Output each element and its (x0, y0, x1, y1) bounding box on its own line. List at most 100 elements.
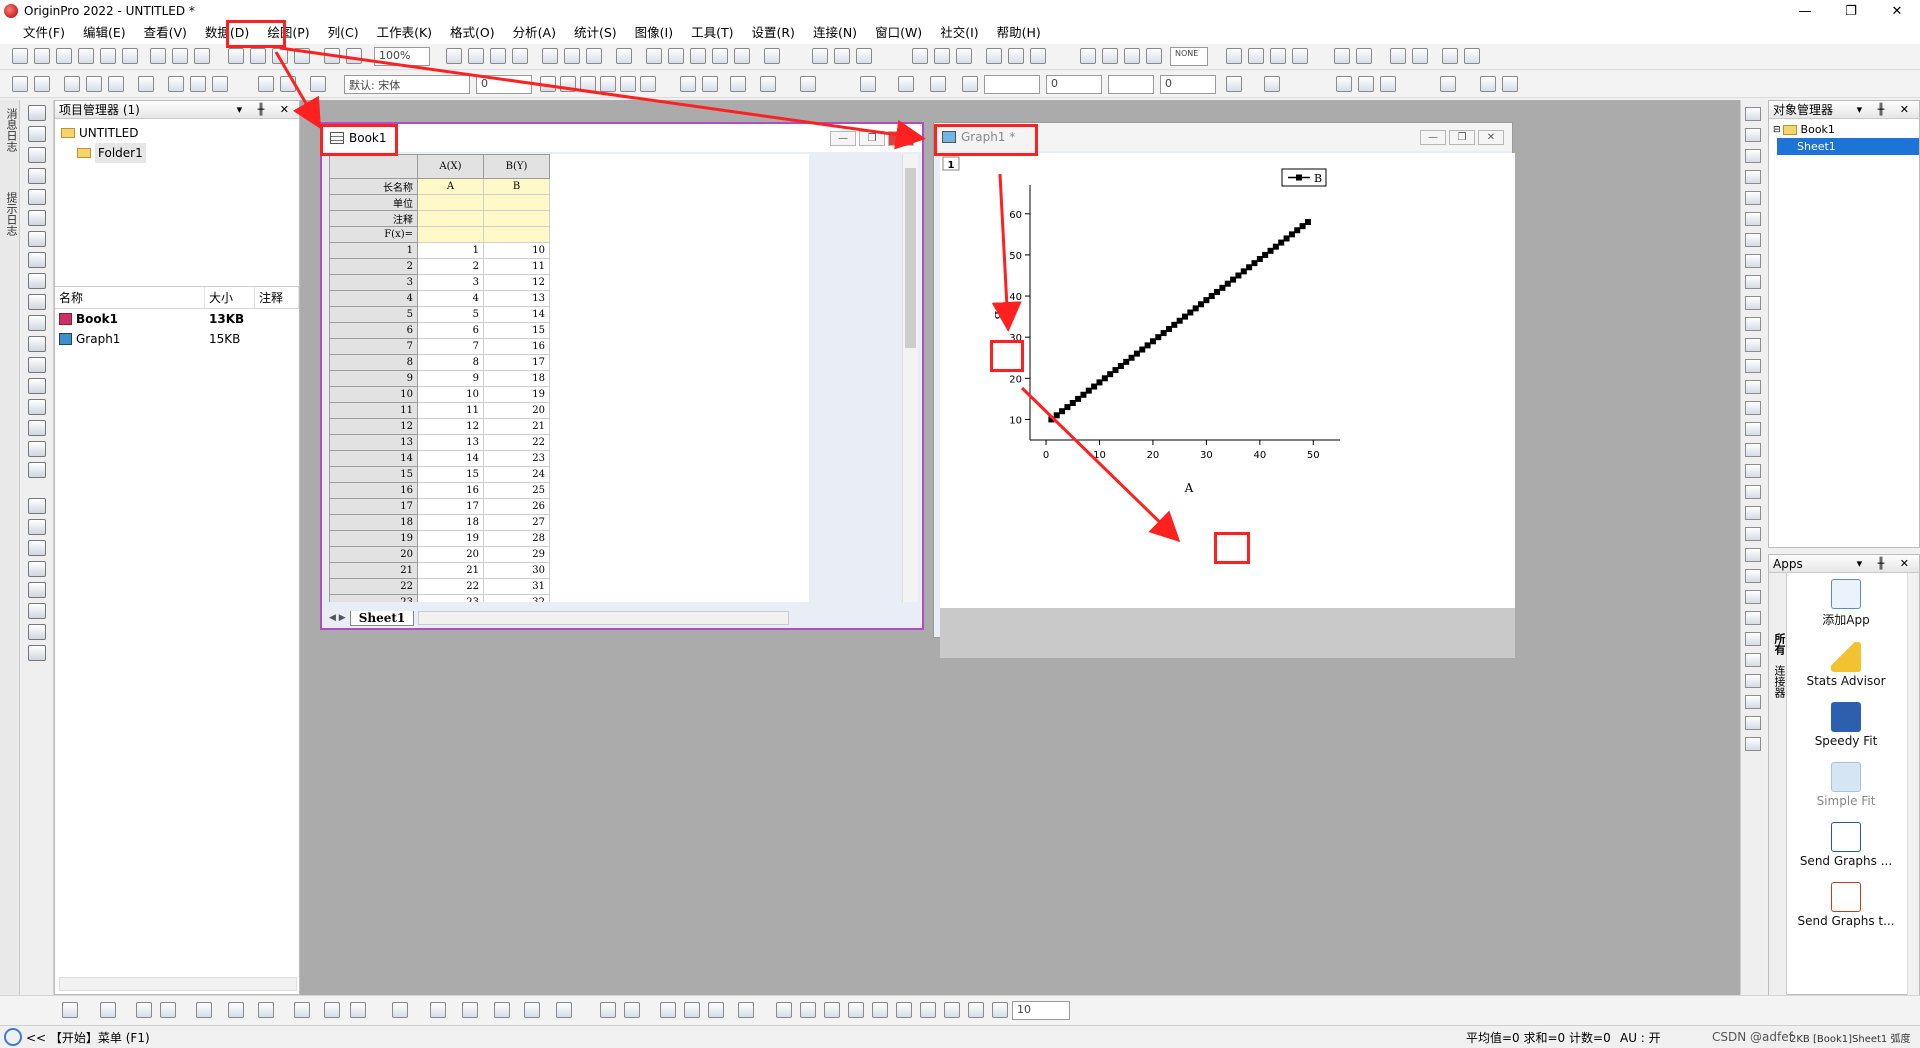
xy-link-icon[interactable] (1745, 569, 1761, 583)
extract-layers-icon[interactable] (1745, 527, 1761, 541)
rescale-icon[interactable] (1745, 275, 1761, 289)
object-tree: ⊟ Book1 Sheet1 (1769, 119, 1919, 155)
distribute-h-icon[interactable] (944, 1002, 960, 1018)
tab-connectors[interactable]: 连接器 (1771, 665, 1787, 698)
app-add-app[interactable]: 添加App (1791, 579, 1901, 628)
panel-controls[interactable]: ▾ ╫ ✕ (1857, 101, 1915, 119)
layer-fill-icon[interactable] (1745, 422, 1761, 436)
image-plot-icon[interactable] (556, 1002, 572, 1018)
rotate-page-icon[interactable] (1745, 695, 1761, 709)
move-layer-icon[interactable] (1745, 632, 1761, 646)
speedy-fit-icon (1831, 702, 1861, 732)
line-plot-icon[interactable] (62, 1002, 78, 1018)
apps-scrollbar[interactable] (1907, 573, 1919, 995)
ungroup-icon[interactable] (1745, 254, 1761, 268)
corner-icon[interactable] (1745, 485, 1761, 499)
arrow-to-graph1 (279, 46, 926, 150)
panel-icon[interactable] (1745, 590, 1761, 604)
area-chart-icon[interactable] (228, 1002, 244, 1018)
object-manager-title: 对象管理器 (1773, 103, 1834, 117)
fit-page-icon[interactable] (1745, 674, 1761, 688)
scatter-plot-icon[interactable] (100, 1002, 116, 1018)
stock-chart-icon[interactable] (324, 1002, 340, 1018)
start-menu-hint[interactable]: << 【开始】菜单 (F1) (26, 1029, 150, 1046)
back-icon[interactable] (1745, 212, 1761, 226)
group-icon[interactable] (1745, 233, 1761, 247)
align-bottom-icon[interactable] (800, 1002, 816, 1018)
distribute-icon[interactable] (1745, 128, 1761, 142)
word-icon (1831, 822, 1861, 852)
app-stats-advisor[interactable]: Stats Advisor (1791, 642, 1901, 688)
app-label: Send Graphs t... (1797, 914, 1895, 928)
panel-controls[interactable]: ▾ ╫ ✕ (1857, 555, 1915, 573)
nine-panel-icon[interactable] (684, 1002, 700, 1018)
annotation-arrows (274, 46, 1181, 543)
collapse-icon[interactable]: ⊟ (1773, 120, 1781, 140)
contour-color-icon[interactable] (524, 1002, 540, 1018)
stack-panel-icon[interactable] (708, 1002, 724, 1018)
3d-bar-icon[interactable] (430, 1002, 446, 1018)
same-width-icon[interactable] (1745, 149, 1761, 163)
vertical-layer-icon[interactable] (600, 1002, 616, 1018)
arrange-layers-icon[interactable] (1745, 548, 1761, 562)
app-label: Stats Advisor (1806, 674, 1886, 688)
3d-surface-icon[interactable] (392, 1002, 408, 1018)
add-app-icon (1831, 579, 1861, 609)
stack-icon[interactable] (1745, 317, 1761, 331)
align-icon[interactable] (1745, 107, 1761, 121)
same-height-icon[interactable] (1745, 170, 1761, 184)
align-right-icon[interactable] (848, 1002, 864, 1018)
distribute-v-icon[interactable] (968, 1002, 984, 1018)
layer-size-icon[interactable] (1745, 443, 1761, 457)
column-chart-icon[interactable] (160, 1002, 176, 1018)
four-panel-icon[interactable] (660, 1002, 676, 1018)
line-symbol-plot-icon[interactable] (136, 1002, 152, 1018)
contour-icon[interactable] (294, 1002, 310, 1018)
swap-axis-icon[interactable] (1745, 296, 1761, 310)
tab-all[interactable]: 所有 (1771, 633, 1787, 655)
crop-icon[interactable] (1745, 737, 1761, 751)
copy-layer-icon[interactable] (1745, 653, 1761, 667)
horizontal-layer-icon[interactable] (624, 1002, 640, 1018)
resize-icon[interactable] (1745, 716, 1761, 730)
app-label: Speedy Fit (1814, 734, 1878, 748)
status-extra: 2KB [Book1]Sheet1 弧度 (1790, 1033, 1911, 1045)
zoom-panel-icon[interactable] (1745, 611, 1761, 625)
3d-scatter-icon[interactable] (462, 1002, 478, 1018)
align-left-2-icon[interactable] (824, 1002, 840, 1018)
status-watermark: CSDN @adfef (1712, 1030, 1793, 1044)
search-icon[interactable] (4, 1028, 22, 1046)
status-bar: << 【开始】菜单 (F1) 平均值=0 求和=0 计数=0 AU : 开 CS… (0, 1025, 1920, 1048)
apps-list: 添加App Stats Advisor Speedy Fit Simple Fi… (1791, 579, 1901, 942)
align-center-icon[interactable] (872, 1002, 888, 1018)
heatmap-icon[interactable] (494, 1002, 510, 1018)
overlay-icon[interactable] (1745, 338, 1761, 352)
app-send-graphs-word[interactable]: Send Graphs ... (1791, 822, 1901, 868)
polar-chart-icon[interactable] (258, 1002, 274, 1018)
page-icon[interactable] (1745, 380, 1761, 394)
object-item-sheet1[interactable]: Sheet1 (1777, 138, 1919, 155)
right-tools-strip (1740, 100, 1764, 995)
apps-panel: Apps ▾ ╫ ✕ 所有 连接器 添加App Stats Advisor Sp… (1768, 554, 1920, 995)
app-send-graphs-ppt[interactable]: Send Graphs t... (1791, 882, 1901, 928)
legend-refresh-icon[interactable] (1745, 359, 1761, 373)
app-simple-fit[interactable]: Simple Fit (1791, 762, 1901, 808)
merge-layers-icon[interactable] (1745, 506, 1761, 520)
layer-frame-icon[interactable] (1745, 401, 1761, 415)
stats-chart-icon[interactable] (196, 1002, 212, 1018)
bottom-size-select[interactable]: 10 (1012, 1001, 1070, 1020)
object-manager-header: 对象管理器 ▾ ╫ ✕ (1769, 101, 1919, 119)
front-icon[interactable] (1745, 191, 1761, 205)
object-item-book1[interactable]: ⊟ Book1 (1773, 121, 1919, 138)
app-speedy-fit[interactable]: Speedy Fit (1791, 702, 1901, 748)
same-size-icon[interactable] (920, 1002, 936, 1018)
layer-link-icon[interactable] (1745, 464, 1761, 478)
object-front-icon[interactable] (992, 1002, 1008, 1018)
multi-layer-icon[interactable] (738, 1002, 754, 1018)
template-library-icon[interactable] (350, 1002, 366, 1018)
status-au[interactable]: AU : 开 (1620, 1029, 1661, 1046)
align-middle-icon[interactable] (896, 1002, 912, 1018)
2d-graphs-toolbar: 10 (0, 995, 1920, 1025)
ppt-icon (1831, 882, 1861, 912)
align-top-icon[interactable] (776, 1002, 792, 1018)
